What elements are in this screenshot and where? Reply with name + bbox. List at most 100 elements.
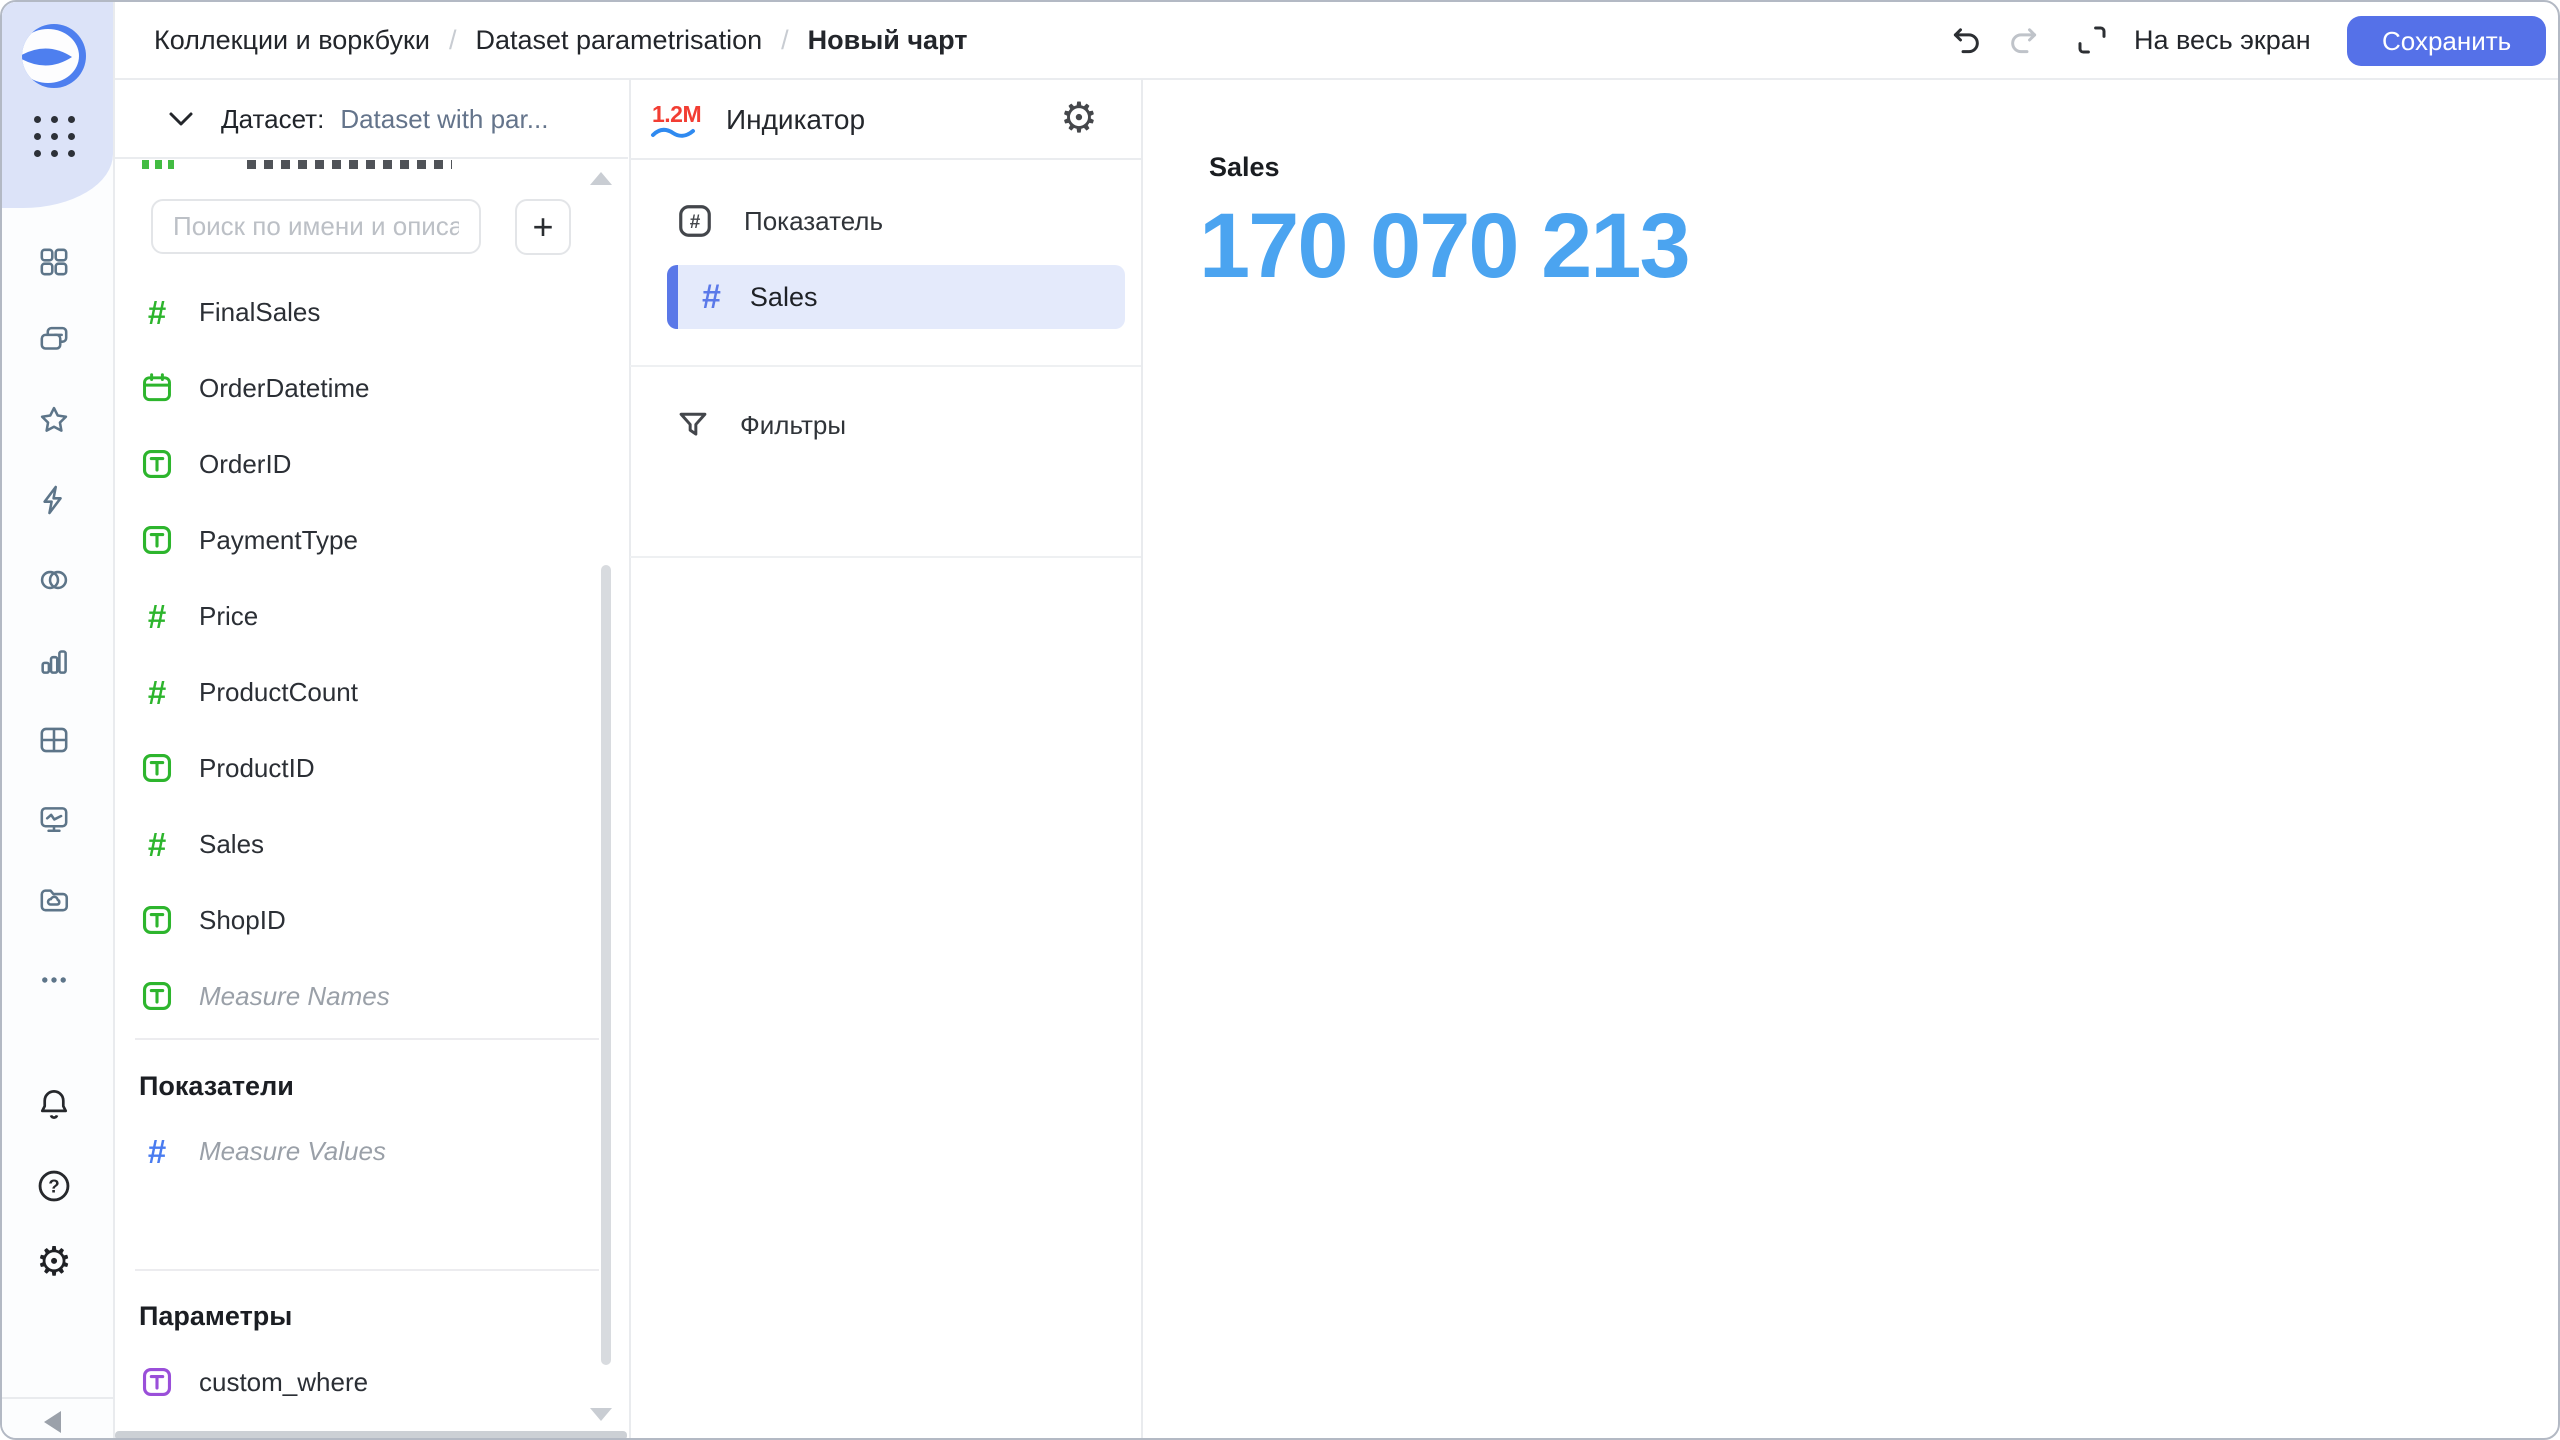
field-row-orderid[interactable]: OrderID: [140, 426, 585, 502]
editor-divider: [630, 556, 1141, 558]
settings-gear-icon[interactable]: ⚙: [36, 1242, 72, 1278]
undo-icon[interactable]: [1950, 23, 1984, 57]
notifications-bell-icon[interactable]: [36, 1086, 72, 1122]
field-name: Price: [199, 601, 258, 632]
scroll-up-arrow[interactable]: [590, 172, 612, 185]
field-row-custom-where[interactable]: custom_where: [140, 1344, 585, 1420]
number-field-icon: #: [140, 599, 174, 633]
text-field-icon: [140, 447, 174, 481]
dataset-label: Датасет:: [221, 104, 324, 135]
section-divider: [135, 1038, 599, 1040]
indicator-chart-type-icon[interactable]: 1.2M: [652, 101, 710, 140]
breadcrumb-workbook[interactable]: Dataset parametrisation: [475, 25, 762, 56]
field-name: ProductCount: [199, 677, 358, 708]
selected-measure-name: Sales: [750, 282, 818, 313]
monitoring-icon[interactable]: [37, 803, 71, 837]
field-name: FinalSales: [199, 297, 320, 328]
workbooks-icon[interactable]: [37, 323, 71, 357]
text-field-icon: [140, 523, 174, 557]
search-input[interactable]: [151, 199, 481, 254]
sidebar: ? ⚙: [2, 2, 113, 1440]
field-name: Measure Values: [199, 1136, 386, 1167]
field-row-measure-names[interactable]: Measure Names: [140, 958, 585, 1034]
breadcrumb-separator: /: [449, 25, 457, 56]
connections-icon[interactable]: [37, 563, 71, 597]
dataset-panel-border: [629, 79, 631, 1440]
filters-section-row[interactable]: Фильтры: [676, 408, 846, 442]
selected-measure-accent-bar: [667, 265, 678, 329]
sidebar-border: [113, 2, 115, 1440]
text-field-icon: [140, 751, 174, 785]
field-name: OrderID: [199, 449, 291, 480]
indicator-value: 170 070 213: [1199, 194, 1689, 299]
field-name: OrderDatetime: [199, 373, 370, 404]
field-row-sales[interactable]: # Sales: [140, 806, 585, 882]
field-row-orderdatetime[interactable]: OrderDatetime: [140, 350, 585, 426]
svg-text:?: ?: [48, 1175, 59, 1196]
field-row-measure-values[interactable]: # Measure Values: [140, 1113, 585, 1189]
chart-type-header: 1.2M Индикатор: [652, 80, 865, 160]
svg-text:#: #: [690, 212, 701, 233]
vertical-scrollbar[interactable]: [601, 565, 611, 1365]
chevron-down-icon[interactable]: [168, 111, 194, 128]
field-name: Measure Names: [199, 981, 390, 1012]
section-divider: [135, 1269, 599, 1271]
selected-measure-sales[interactable]: # Sales: [667, 265, 1125, 329]
clipped-field-row: [247, 160, 452, 169]
editor-divider: [630, 158, 1141, 160]
chart-type-label: Индикатор: [726, 104, 865, 136]
indicator-badge-text: 1.2M: [652, 101, 710, 128]
field-row-shopid[interactable]: ShopID: [140, 882, 585, 958]
editor-panel-border: [1141, 79, 1143, 1440]
filter-funnel-icon: [676, 408, 710, 442]
date-field-icon: [140, 371, 174, 405]
field-row-productid[interactable]: ProductID: [140, 730, 585, 806]
number-field-icon: #: [140, 295, 174, 329]
app-window: ? ⚙ Коллекции и воркбуки / Dataset param…: [0, 0, 2560, 1440]
breadcrumb-current-chart: Новый чарт: [808, 25, 968, 56]
measure-number-icon: #: [702, 280, 721, 314]
measure-number-field-icon: #: [140, 1134, 174, 1168]
breadcrumb: Коллекции и воркбуки / Dataset parametri…: [154, 2, 967, 79]
dataset-name-link[interactable]: Dataset with par...: [340, 104, 548, 135]
dashboards-icon[interactable]: [37, 245, 71, 279]
chart-settings-gear-icon[interactable]: ⚙: [1057, 96, 1101, 140]
text-field-icon: [140, 903, 174, 937]
storage-folder-icon[interactable]: [37, 883, 71, 917]
clipped-field-row-icon: [142, 160, 174, 169]
save-button[interactable]: Сохранить: [2347, 16, 2546, 66]
sidebar-divider: [2, 1397, 113, 1399]
apps-grid-icon[interactable]: [34, 116, 75, 157]
help-icon[interactable]: ?: [36, 1168, 72, 1204]
field-row-paymenttype[interactable]: PaymentType: [140, 502, 585, 578]
indicator-title: Sales: [1209, 152, 1280, 183]
measures-section-title: Показатели: [139, 1071, 294, 1102]
text-field-icon: [140, 979, 174, 1013]
horizontal-scrollbar[interactable]: [115, 1431, 627, 1440]
scroll-down-arrow[interactable]: [590, 1408, 612, 1421]
field-name: ProductID: [199, 753, 315, 784]
measure-section-icon: #: [676, 202, 714, 240]
field-row-finalsales[interactable]: # FinalSales: [140, 274, 585, 350]
datasets-table-icon[interactable]: [37, 723, 71, 757]
filters-section-label: Фильтры: [740, 410, 846, 441]
parameter-field-icon: [140, 1365, 174, 1399]
favorites-star-icon[interactable]: [37, 403, 71, 437]
field-row-price[interactable]: # Price: [140, 578, 585, 654]
field-row-productcount[interactable]: # ProductCount: [140, 654, 585, 730]
more-ellipsis-icon[interactable]: [37, 963, 71, 997]
add-field-button[interactable]: +: [515, 199, 571, 255]
measure-section-row[interactable]: # Показатель: [676, 202, 883, 240]
field-name: custom_where: [199, 1367, 368, 1398]
charts-bar-icon[interactable]: [37, 645, 71, 679]
editor-bolt-icon[interactable]: [37, 483, 71, 517]
dataset-header-divider: [115, 157, 628, 159]
collapse-sidebar-button[interactable]: [44, 1411, 61, 1433]
redo-icon[interactable]: [2006, 23, 2040, 57]
field-name: PaymentType: [199, 525, 358, 556]
breadcrumb-collections[interactable]: Коллекции и воркбуки: [154, 25, 430, 56]
dataset-selector-row: Датасет: Dataset with par...: [168, 80, 548, 158]
fullscreen-button[interactable]: На весь экран: [2134, 2, 2311, 79]
datalens-logo-icon[interactable]: [22, 24, 86, 88]
expand-fullscreen-icon[interactable]: [2074, 22, 2110, 58]
